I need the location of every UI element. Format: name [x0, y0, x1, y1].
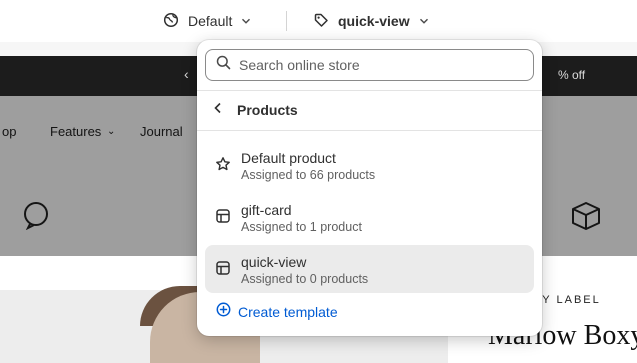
hero-label: LY LABEL	[535, 294, 601, 306]
announcement-text: % off	[558, 68, 586, 82]
search-icon	[216, 55, 231, 75]
search-placeholder: Search online store	[239, 57, 360, 73]
template-detail: Assigned to 0 products	[241, 272, 369, 286]
chevron-down-icon	[419, 13, 429, 29]
chevron-left-icon	[213, 101, 223, 119]
template-name: quick-view	[241, 254, 307, 270]
template-option-gift-card[interactable]: gift-card Assigned to 1 product	[205, 193, 534, 241]
template-picker-popover: Search online store Products Default pro…	[197, 40, 542, 336]
template-icon	[215, 260, 231, 281]
toolbar-divider	[286, 11, 287, 31]
create-template-button[interactable]: Create template	[216, 302, 338, 322]
theme-selector[interactable]: Default	[163, 0, 251, 42]
search-input[interactable]: Search online store	[205, 49, 534, 81]
tag-icon	[313, 12, 329, 31]
theme-label: Default	[188, 13, 233, 29]
template-name: gift-card	[241, 202, 292, 218]
template-option-default-product[interactable]: Default product Assigned to 66 products	[205, 141, 534, 189]
back-button[interactable]: Products	[197, 91, 542, 129]
template-name: Default product	[241, 150, 336, 166]
plus-circle-icon	[216, 302, 231, 322]
create-template-label: Create template	[238, 304, 338, 320]
chevron-down-icon	[241, 13, 251, 29]
template-detail: Assigned to 66 products	[241, 168, 376, 182]
template-selector[interactable]: quick-view	[313, 0, 429, 42]
template-label: quick-view	[338, 13, 410, 29]
template-option-quick-view[interactable]: quick-view Assigned to 0 products	[205, 245, 534, 293]
globe-icon	[163, 12, 179, 31]
star-icon	[215, 156, 231, 177]
editor-toolbar: Default quick-view	[0, 0, 637, 42]
chevron-left-icon: ‹	[184, 66, 189, 82]
section-title: Products	[237, 102, 298, 118]
template-icon	[215, 208, 231, 229]
template-detail: Assigned to 1 product	[241, 220, 362, 234]
divider	[197, 130, 542, 131]
